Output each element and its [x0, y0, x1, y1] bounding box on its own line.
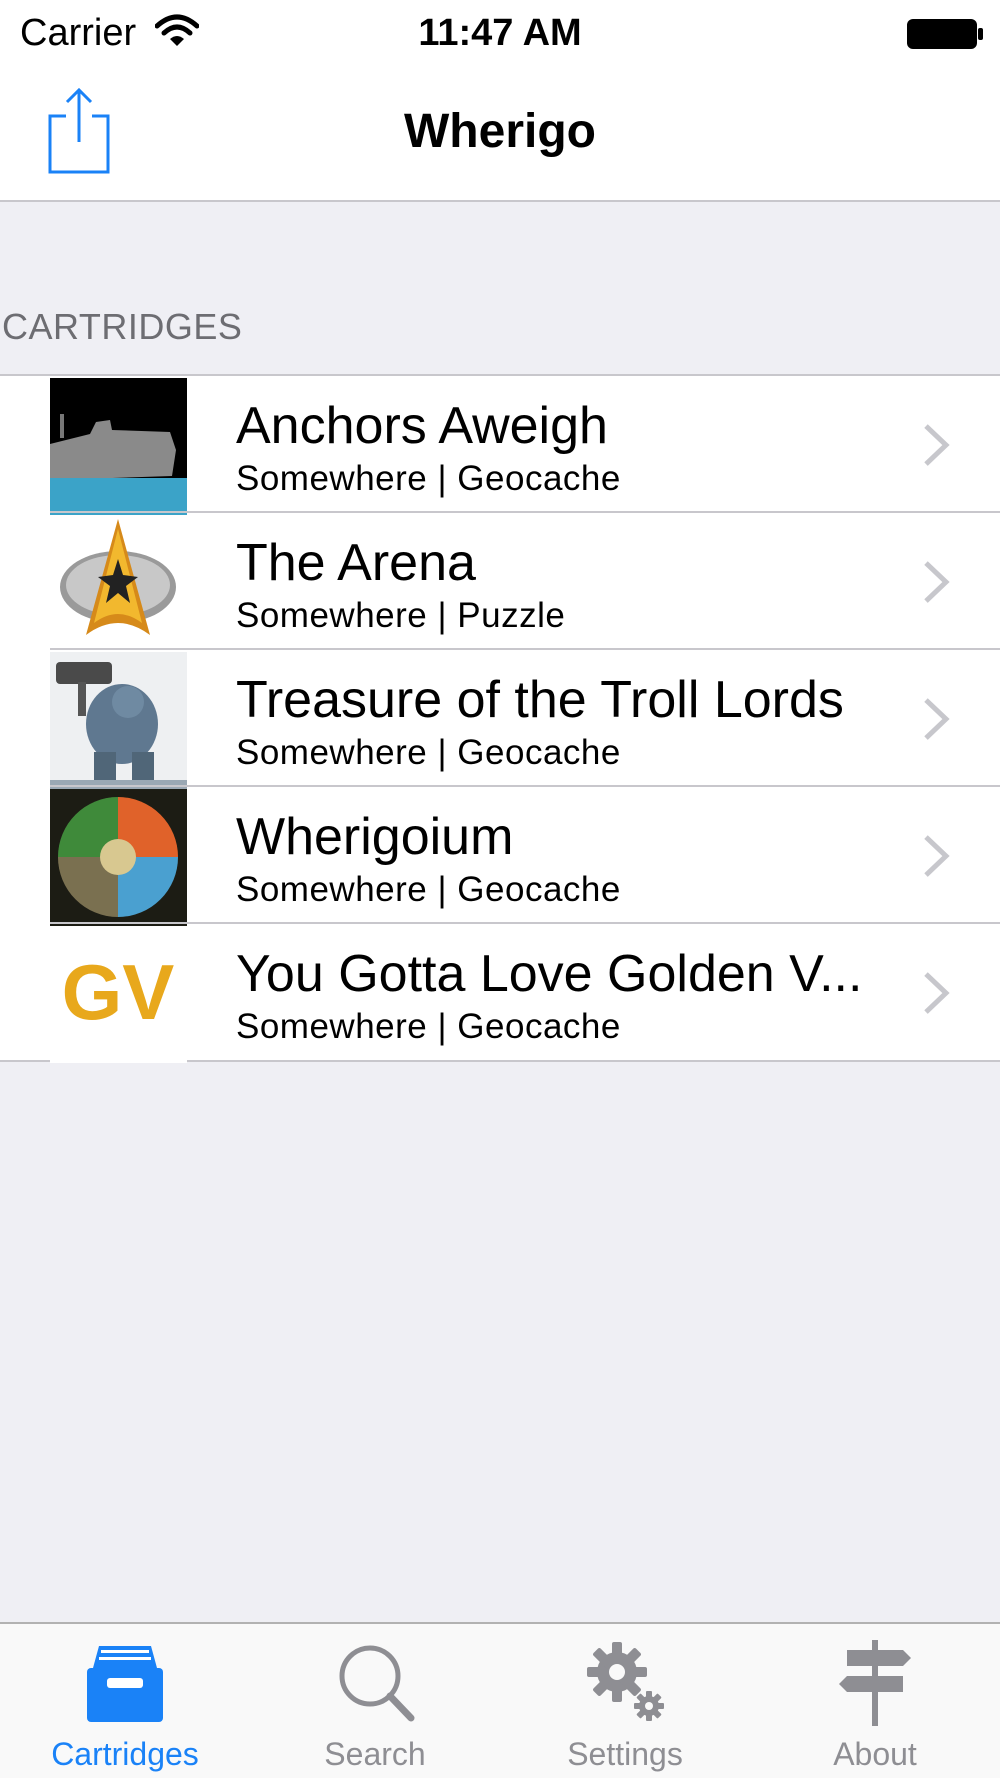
cartridge-title: You Gotta Love Golden V...	[236, 945, 863, 1003]
cartridge-row[interactable]: Wherigoium Somewhere | Geocache	[0, 787, 1000, 926]
tab-about[interactable]: About	[750, 1624, 1000, 1778]
chevron-right-icon	[924, 972, 950, 1014]
cartridge-title: Wherigoium	[236, 808, 514, 866]
cartridge-list: Anchors Aweigh Somewhere | Geocache The …	[0, 374, 1000, 1063]
tab-bar: Cartridges Search Settings About	[0, 1622, 1000, 1778]
navigation-bar: Wherigo	[0, 68, 1000, 202]
cartridge-drawer-icon	[87, 1646, 163, 1722]
cartridge-row[interactable]: Treasure of the Troll Lords Somewhere | …	[0, 650, 1000, 789]
tab-settings[interactable]: Settings	[500, 1624, 750, 1778]
troll-thumbnail	[50, 652, 187, 789]
cartridge-subtitle: Somewhere | Geocache	[236, 1007, 621, 1046]
chevron-right-icon	[924, 424, 950, 466]
page-title: Wherigo	[404, 105, 596, 158]
tab-label: Settings	[567, 1736, 683, 1772]
cartridge-subtitle: Somewhere | Puzzle	[236, 596, 566, 635]
chevron-right-icon	[924, 698, 950, 740]
search-icon	[339, 1645, 415, 1722]
gear-icon	[587, 1642, 664, 1721]
ship-thumbnail	[50, 378, 187, 515]
section-header: CARTRIDGES	[2, 306, 243, 347]
tab-search[interactable]: Search	[250, 1624, 500, 1778]
cartridge-row[interactable]: The Arena Somewhere | Puzzle	[0, 513, 1000, 652]
cartridge-subtitle: Somewhere | Geocache	[236, 733, 621, 772]
starfleet-insignia-thumbnail	[50, 515, 187, 652]
tab-label: Cartridges	[51, 1736, 199, 1772]
tab-label: Search	[324, 1736, 426, 1772]
cartridge-row[interactable]: Anchors Aweigh Somewhere | Geocache	[0, 376, 1000, 515]
gv-logo-thumbnail: GV	[50, 926, 187, 1063]
tab-label: About	[833, 1736, 917, 1772]
cartridge-title: Treasure of the Troll Lords	[236, 671, 844, 729]
chevron-right-icon	[924, 835, 950, 877]
cartridge-subtitle: Somewhere | Geocache	[236, 459, 621, 498]
battery-icon	[907, 19, 983, 49]
elements-thumbnail	[50, 789, 187, 926]
signpost-icon	[839, 1640, 911, 1726]
cartridge-title: The Arena	[236, 534, 476, 592]
chevron-right-icon	[924, 561, 950, 603]
cartridge-title: Anchors Aweigh	[236, 397, 608, 455]
svg-text:GV: GV	[62, 948, 175, 1036]
status-bar: Carrier 11:47 AM	[0, 0, 1000, 68]
status-time: 11:47 AM	[418, 12, 582, 54]
cartridge-subtitle: Somewhere | Geocache	[236, 870, 621, 909]
tab-cartridges[interactable]: Cartridges	[0, 1624, 250, 1778]
cartridge-row[interactable]: GV You Gotta Love Golden V... Somewhere …	[0, 924, 1000, 1063]
